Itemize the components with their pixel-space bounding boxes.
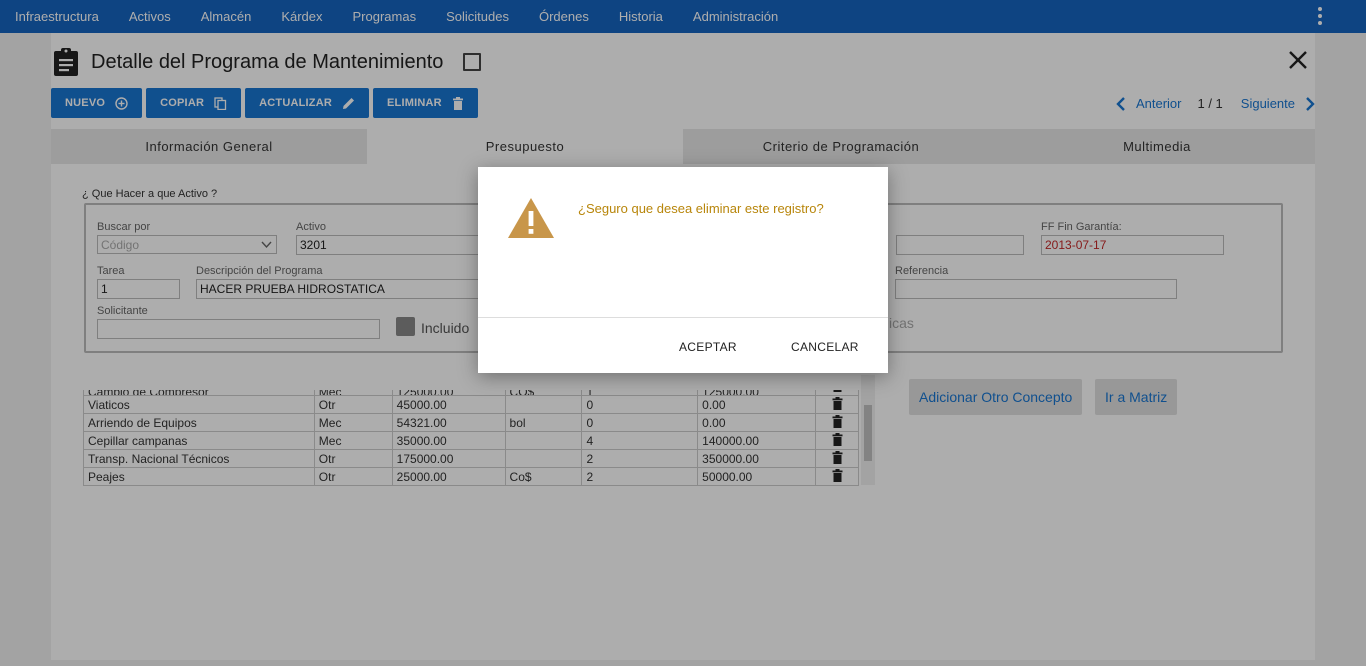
dialog-footer: ACEPTAR CANCELAR bbox=[478, 317, 888, 373]
aceptar-button[interactable]: ACEPTAR bbox=[679, 340, 737, 354]
dialog-message: ¿Seguro que desea eliminar este registro… bbox=[578, 201, 824, 216]
confirm-delete-dialog: ¿Seguro que desea eliminar este registro… bbox=[478, 167, 888, 373]
cancelar-button[interactable]: CANCELAR bbox=[791, 340, 859, 354]
warning-icon bbox=[508, 198, 554, 238]
